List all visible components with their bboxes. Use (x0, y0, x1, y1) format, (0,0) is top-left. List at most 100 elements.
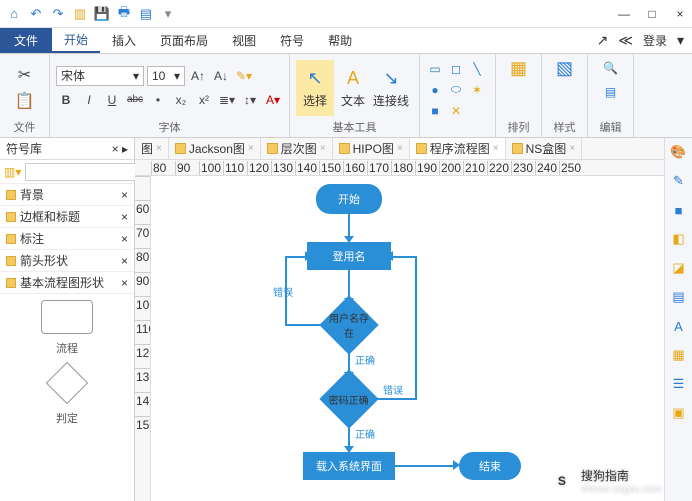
superscript-button[interactable]: x² (194, 90, 214, 110)
font-name-select[interactable]: 宋体▾ (56, 66, 144, 86)
image-icon[interactable]: ▦ (669, 345, 689, 365)
shape-circle-icon[interactable]: ● (426, 81, 444, 99)
library-item[interactable]: 边框和标题× (0, 206, 134, 228)
home-icon[interactable]: ⌂ (4, 4, 24, 24)
cut-icon[interactable]: ✂ (15, 65, 35, 85)
close-icon[interactable]: × (121, 210, 128, 224)
library-item[interactable]: 基本流程图形状× (0, 272, 134, 294)
tab-home[interactable]: 开始 (52, 28, 100, 53)
group-style: ▧ 样式 (542, 54, 588, 137)
paste-icon[interactable]: 📋 (15, 91, 35, 111)
panel-close-icon[interactable]: × ▸ (112, 142, 128, 156)
shape-preview-decision[interactable] (46, 362, 88, 404)
doc-tab[interactable]: 程序流程图× (410, 138, 506, 159)
doc-tab[interactable]: HIPO图× (333, 138, 410, 159)
close-icon[interactable]: × (320, 143, 326, 154)
close-icon[interactable]: × (493, 143, 499, 154)
shape-square-icon[interactable]: ■ (426, 102, 444, 120)
font-size-select[interactable]: 10▾ (147, 66, 185, 86)
layers-icon[interactable]: ☰ (669, 374, 689, 394)
close-icon[interactable]: × (121, 254, 128, 268)
maximize-button[interactable]: □ (644, 7, 660, 21)
doc-icon (175, 143, 186, 154)
close-icon[interactable]: × (569, 143, 575, 154)
title-bar: ⌂ ↶ ↷ ▥ 💾 🖶 ▤ ▾ — □ × (0, 0, 692, 28)
new-icon[interactable]: ▥ (70, 4, 90, 24)
layers-icon[interactable]: ▤ (601, 82, 621, 102)
undo-icon[interactable]: ↶ (26, 4, 46, 24)
library-item[interactable]: 背景× (0, 184, 134, 206)
qat-more-icon[interactable]: ▾ (158, 4, 178, 24)
clear-format-icon[interactable]: • (148, 90, 168, 110)
arrange-icon[interactable]: ▦ (509, 58, 529, 78)
tab-help[interactable]: 帮助 (316, 28, 364, 53)
close-button[interactable]: × (672, 7, 688, 21)
fill-icon[interactable]: ■ (669, 200, 689, 220)
close-icon[interactable]: × (397, 143, 403, 154)
shadow-icon[interactable]: ◪ (669, 258, 689, 278)
close-icon[interactable]: × (156, 143, 162, 154)
italic-button[interactable]: I (79, 90, 99, 110)
library-item[interactable]: 标注× (0, 228, 134, 250)
login-dropdown-icon[interactable]: ▾ (677, 32, 684, 49)
shape-star-icon[interactable]: ✶ (468, 81, 486, 99)
panel-menu-icon[interactable]: ▥▾ (4, 162, 21, 182)
style-icon[interactable]: ▧ (555, 58, 575, 78)
doc-tab[interactable]: Jackson图× (169, 138, 261, 159)
tab-page-layout[interactable]: 页面布局 (148, 28, 220, 53)
flow-process[interactable]: 载入系统界面 (303, 452, 395, 480)
font-color-icon[interactable]: A▾ (263, 90, 283, 110)
page-icon[interactable]: ▤ (669, 287, 689, 307)
pen-icon[interactable]: ✎ (669, 171, 689, 191)
shape-gallery[interactable]: ▭ ◻ ╲ ● ⬭ ✶ ■ ✕ (426, 60, 486, 120)
bold-button[interactable]: B (56, 90, 76, 110)
connector-tool-button[interactable]: ↘ 连接线 (372, 60, 410, 116)
line-spacing-icon[interactable]: ↕▾ (240, 90, 260, 110)
print-icon[interactable]: 🖶 (114, 4, 134, 24)
shape-rrect-icon[interactable]: ◻ (447, 60, 465, 78)
subscript-button[interactable]: x₂ (171, 90, 191, 110)
shape-ellipse-icon[interactable]: ⬭ (447, 81, 465, 99)
close-icon[interactable]: × (121, 188, 128, 202)
flow-input[interactable]: 登用名 (307, 242, 391, 270)
properties-icon[interactable]: ▣ (669, 403, 689, 423)
tab-symbol[interactable]: 符号 (268, 28, 316, 53)
minimize-button[interactable]: — (616, 7, 632, 21)
tab-view[interactable]: 视图 (220, 28, 268, 53)
theme-icon[interactable]: ◧ (669, 229, 689, 249)
canvas[interactable]: 开始 登用名 用户名存在 错误 正确 密码正确 (151, 176, 664, 501)
text-tool-icon[interactable]: A (669, 316, 689, 336)
close-icon[interactable]: × (121, 276, 128, 290)
select-tool-button[interactable]: ↖ 选择 (296, 60, 334, 116)
login-link[interactable]: 登录 (643, 32, 667, 49)
doc-tab[interactable]: NS盒图× (506, 138, 583, 159)
doc-tab[interactable]: 层次图× (261, 138, 333, 159)
doc-tab[interactable]: 图× (135, 138, 169, 159)
shrink-font-icon[interactable]: A↓ (211, 66, 231, 86)
flow-end[interactable]: 结束 (459, 452, 521, 480)
bullets-icon[interactable]: ≣▾ (217, 90, 237, 110)
export-icon[interactable]: ▤ (136, 4, 156, 24)
highlight-icon[interactable]: ✎▾ (234, 66, 254, 86)
close-icon[interactable]: × (121, 232, 128, 246)
save-icon[interactable]: 💾 (92, 4, 112, 24)
palette-icon[interactable]: 🎨 (669, 142, 689, 162)
collapse-icon[interactable]: ≪ (618, 32, 633, 49)
share-icon[interactable]: ↗ (597, 32, 609, 49)
shape-x-icon[interactable]: ✕ (447, 102, 465, 120)
flow-start[interactable]: 开始 (316, 184, 382, 214)
shape-preview-process[interactable] (41, 300, 93, 334)
find-icon[interactable]: 🔍 (601, 58, 621, 78)
grow-font-icon[interactable]: A↑ (188, 66, 208, 86)
tab-insert[interactable]: 插入 (100, 28, 148, 53)
underline-button[interactable]: U (102, 90, 122, 110)
redo-icon[interactable]: ↷ (48, 4, 68, 24)
text-tool-button[interactable]: A 文本 (334, 60, 372, 116)
file-tab[interactable]: 文件 (0, 28, 52, 53)
shape-line-icon[interactable]: ╲ (468, 60, 486, 78)
strike-button[interactable]: abc (125, 90, 145, 110)
vertical-ruler: 60708090100110120130140150 (135, 176, 151, 501)
shape-rect-icon[interactable]: ▭ (426, 60, 444, 78)
library-item[interactable]: 箭头形状× (0, 250, 134, 272)
close-icon[interactable]: × (248, 143, 254, 154)
